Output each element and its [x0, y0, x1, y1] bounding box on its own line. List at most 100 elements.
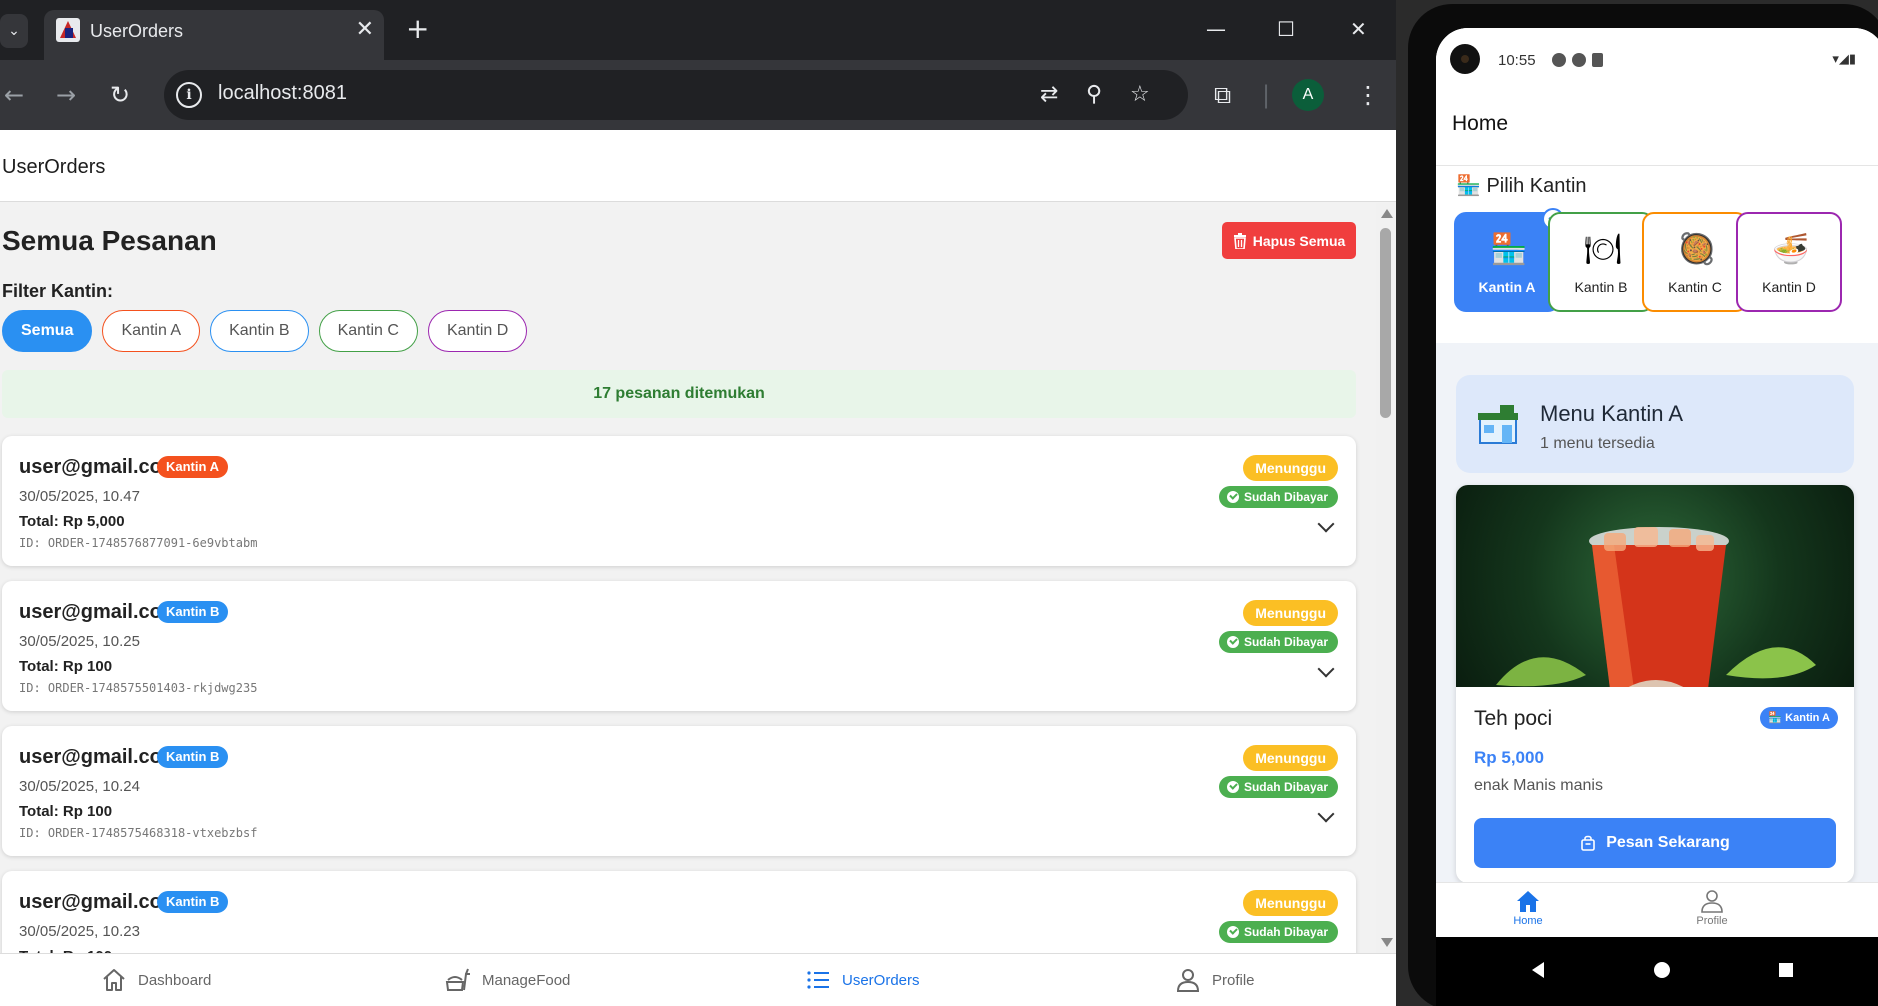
order-total: Total: Rp 100 [19, 658, 113, 675]
nav-dashboard[interactable]: Dashboard [100, 966, 211, 994]
order-card[interactable]: user@gmail.com Kantin B 30/05/2025, 10.25 T… [2, 581, 1356, 711]
filter-chip-kantin-a[interactable]: Kantin A [102, 310, 201, 352]
address-bar[interactable]: i localhost:8081 ⇄ ⚲ ☆ [164, 70, 1188, 120]
order-email: user@gmail.com [19, 746, 180, 768]
notification-icon [1552, 53, 1566, 67]
translate-icon[interactable]: ⇄ [1040, 80, 1058, 110]
nav-userorders-label: UserOrders [842, 971, 920, 989]
order-email: user@gmail.com [19, 456, 180, 478]
phone-body[interactable]: 🏪 Pilih Kantin 🏪 Kantin A 🍽 Kantin B 🥘 Kantin… [1436, 167, 1878, 882]
kantin-icon: 🏪 [1490, 232, 1528, 267]
nav-userorders[interactable]: UserOrders [804, 966, 920, 994]
phone-tab-profile[interactable]: Profile [1672, 889, 1752, 927]
order-status-badge: Menunggu [1243, 745, 1338, 771]
bookmark-star-icon[interactable]: ☆ [1130, 80, 1150, 110]
filter-label: Filter Kantin: [2, 281, 113, 301]
food-kantin-tag: 🏪 Kantin A [1760, 707, 1838, 729]
extensions-icon[interactable]: ⧉ [1214, 80, 1231, 110]
chevron-down-icon[interactable] [1318, 665, 1334, 681]
profile-avatar[interactable]: A [1292, 79, 1324, 111]
order-id: ID: ORDER-1748575468318-vtxebzbsf [19, 826, 258, 840]
signal-battery-icon: ▾◢▮ [1832, 52, 1856, 67]
filter-chip-kantin-c[interactable]: Kantin C [318, 310, 418, 352]
phone-tab-home[interactable]: Home [1488, 889, 1568, 927]
browser-tab[interactable]: UserOrders ✕ [44, 10, 384, 60]
order-total: Total: Rp 5,000 [19, 513, 125, 530]
scroll-thumb[interactable] [1380, 228, 1391, 418]
recents-square-icon[interactable] [1776, 960, 1796, 980]
sd-card-icon [1592, 53, 1603, 67]
delete-all-label: Hapus Semua [1252, 232, 1346, 249]
order-status-badge: Menunggu [1243, 600, 1338, 626]
menu-subtitle: 1 menu tersedia [1540, 435, 1655, 452]
food-card[interactable]: Teh poci 🏪 Kantin A Rp 5,000 enak Manis … [1456, 485, 1854, 882]
order-card[interactable]: user@gmail.com Kantin A 30/05/2025, 10.47 T… [2, 436, 1356, 566]
order-kantin-tag: Kantin B [157, 891, 229, 913]
order-now-label: Pesan Sekarang [1606, 834, 1730, 851]
nav-profile[interactable]: Profile [1174, 966, 1255, 994]
filter-chips: Semua Kantin A Kantin B Kantin C Kantin D [2, 310, 528, 352]
pick-kantin-title: 🏪 Pilih Kantin [1456, 175, 1587, 197]
kantin-picker: 🏪 Pilih Kantin 🏪 Kantin A 🍽 Kantin B 🥘 Kantin… [1436, 167, 1878, 343]
reload-icon[interactable]: ↻ [110, 80, 130, 110]
maximize-button[interactable]: ☐ [1277, 14, 1295, 44]
order-card[interactable]: user@gmail.com Kantin B 30/05/2025, 10.24 T… [2, 726, 1356, 856]
back-icon[interactable]: ← [4, 80, 24, 110]
fastfood-icon [445, 968, 470, 991]
chevron-down-icon[interactable] [1318, 810, 1334, 826]
payment-status-badge: Sudah Dibayar [1218, 776, 1338, 798]
site-info-icon[interactable]: i [176, 82, 202, 108]
chevron-down-icon[interactable] [1318, 520, 1334, 536]
home-icon [103, 969, 125, 991]
check-circle-icon [1226, 491, 1239, 503]
close-window-button[interactable]: ✕ [1350, 14, 1367, 44]
minimize-button[interactable]: — [1206, 14, 1226, 44]
zoom-icon[interactable]: ⚲ [1086, 80, 1102, 110]
payment-status-label: Sudah Dibayar [1243, 925, 1328, 939]
toolbar-divider: | [1262, 81, 1271, 109]
tab-title: UserOrders [90, 21, 184, 41]
filter-chip-kantin-d[interactable]: Kantin D [427, 310, 528, 352]
order-total: Total: Rp 100 [19, 803, 113, 820]
kantin-icon: 🍽 [1583, 232, 1623, 267]
forward-icon[interactable]: → [56, 80, 76, 110]
tab-search-icon[interactable]: ⌄ [0, 14, 28, 48]
payment-status-badge: Sudah Dibayar [1218, 631, 1338, 653]
filter-chip-kantin-b[interactable]: Kantin B [210, 310, 309, 352]
order-kantin-tag: Kantin B [157, 601, 229, 623]
order-status-badge: Menunggu [1243, 455, 1338, 481]
kantin-card-kantin-c[interactable]: 🥘 Kantin C [1642, 212, 1748, 312]
delete-all-button[interactable]: Hapus Semua [1222, 222, 1356, 259]
browser-toolbar: ← → ↻ i localhost:8081 ⇄ ⚲ ☆ ⧉ | A ⋮ [0, 60, 1396, 130]
order-email: user@gmail.com [19, 891, 180, 913]
kantin-label: Kantin D [1762, 279, 1816, 295]
back-triangle-icon[interactable] [1528, 960, 1548, 980]
kantin-card-kantin-d[interactable]: 🍜 Kantin D [1736, 212, 1842, 312]
food-name: Teh poci [1474, 707, 1553, 730]
home-icon [1517, 891, 1539, 912]
scrollbar[interactable] [1376, 203, 1396, 953]
order-email: user@gmail.com [19, 601, 180, 623]
browser-window: ⌄ UserOrders ✕ + — ☐ ✕ ← → ↻ i localhost… [0, 0, 1396, 1006]
shopping-bag-icon [1581, 835, 1595, 851]
menu-kebab-icon[interactable]: ⋮ [1356, 80, 1380, 110]
payment-status-label: Sudah Dibayar [1243, 635, 1328, 649]
url-text[interactable]: localhost:8081 [218, 82, 347, 105]
scroll-up-arrow[interactable] [1381, 209, 1393, 218]
filter-chip-semua[interactable]: Semua [2, 310, 93, 352]
home-circle-icon[interactable] [1652, 960, 1672, 980]
orders-content[interactable]: Semua Pesanan Hapus Semua Filter Kantin:… [0, 203, 1376, 953]
favicon-icon [56, 18, 80, 42]
notification-icon [1572, 53, 1586, 67]
order-card[interactable]: user@gmail.comKantin B30/05/2025, 10.23T… [2, 871, 1356, 953]
kantin-card-kantin-b[interactable]: 🍽 Kantin B [1548, 212, 1654, 312]
tab-close-icon[interactable]: ✕ [356, 16, 374, 44]
kantin-card-kantin-a[interactable]: 🏪 Kantin A [1454, 208, 1564, 312]
phone-status-bar: 10:55 ▾◢▮ [1436, 28, 1878, 88]
scroll-down-arrow[interactable] [1381, 938, 1393, 947]
nav-managefood[interactable]: ManageFood [444, 966, 570, 994]
new-tab-button[interactable]: + [406, 14, 429, 44]
order-now-button[interactable]: Pesan Sekarang [1474, 818, 1836, 868]
camera-cutout [1450, 44, 1480, 74]
leaf-splash-illustration [1496, 647, 1816, 687]
